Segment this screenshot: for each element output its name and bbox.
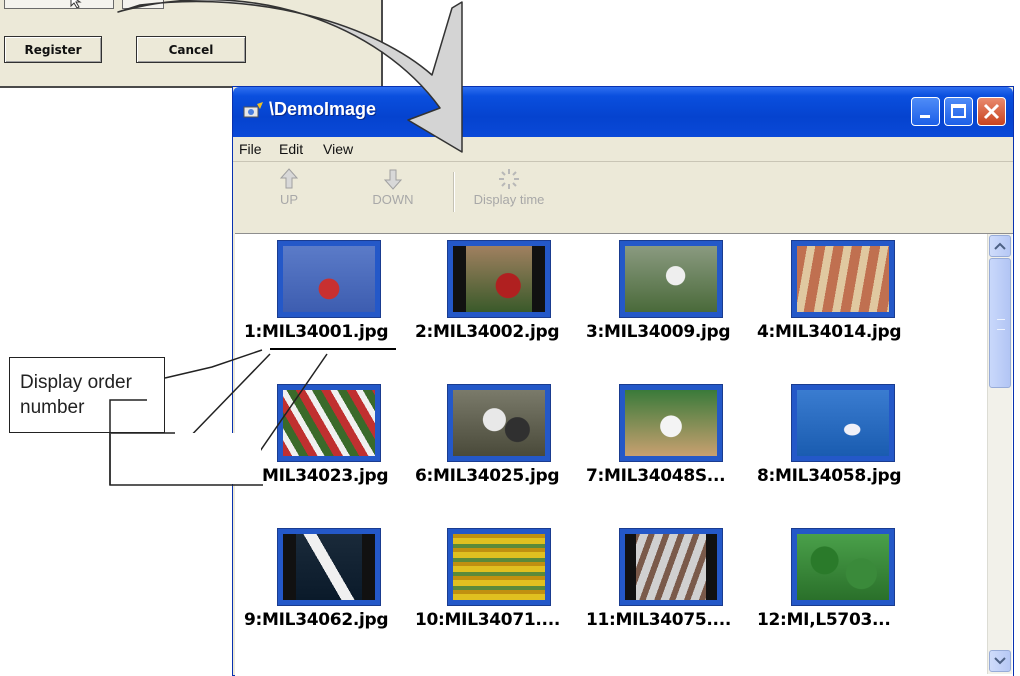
up-arrow-icon xyxy=(279,168,299,189)
thumbnail-caption-9: 9:MIL34062.jpg xyxy=(244,610,389,630)
vertical-scrollbar[interactable] xyxy=(987,234,1012,674)
display-time-button[interactable]: Display time xyxy=(459,168,559,207)
scroll-thumb[interactable] xyxy=(989,258,1011,388)
register-button[interactable]: Register xyxy=(4,36,102,63)
thumbnail-2[interactable] xyxy=(447,240,551,318)
menu-view[interactable]: View xyxy=(323,141,353,157)
thumbnail-caption-3: 3:MIL34009.jpg xyxy=(586,322,731,342)
down-arrow-icon xyxy=(383,169,403,190)
dialog-field-left[interactable] xyxy=(4,0,114,9)
thumbnail-7[interactable] xyxy=(619,384,723,462)
maximize-button[interactable] xyxy=(944,97,973,126)
chevron-up-icon xyxy=(994,242,1006,250)
timer-icon xyxy=(499,169,519,189)
thumbnail-6[interactable] xyxy=(447,384,551,462)
thumbnail-8[interactable] xyxy=(791,384,895,462)
display-time-label: Display time xyxy=(473,192,545,207)
toolbar-separator xyxy=(453,172,455,212)
app-icon xyxy=(243,102,263,118)
thumbnail-4[interactable] xyxy=(791,240,895,318)
thumbnail-pane: 1:MIL34001.jpg 2:MIL34002.jpg 3:MIL34009… xyxy=(235,233,1013,676)
annotation-callout: Display order number xyxy=(9,357,165,433)
thumbnail-caption-11: 11:MIL34075.... xyxy=(586,610,732,630)
image-viewer-window: \DemoImage File Edit View UP DOWN Displa… xyxy=(232,86,1014,676)
thumbnail-caption-6: 6:MIL34025.jpg xyxy=(415,466,560,486)
thumbnail-caption-2: 2:MIL34002.jpg xyxy=(415,322,560,342)
cursor-icon xyxy=(70,0,82,8)
maximize-icon xyxy=(951,104,966,118)
up-label: UP xyxy=(279,192,299,207)
thumbnail-3[interactable] xyxy=(619,240,723,318)
menu-bar: File Edit View xyxy=(233,137,1013,162)
annotation-line-2: number xyxy=(20,397,85,418)
thumbnail-caption-7: 7:MIL34048S... xyxy=(586,466,726,486)
menu-file[interactable]: File xyxy=(239,141,262,157)
down-label: DOWN xyxy=(372,192,414,207)
scroll-down-button[interactable] xyxy=(989,650,1011,672)
thumbnail-10[interactable] xyxy=(447,528,551,606)
register-dialog: Register Cancel xyxy=(0,0,383,88)
scroll-grip xyxy=(997,319,1005,330)
close-icon xyxy=(983,103,1000,120)
up-button[interactable]: UP xyxy=(269,168,309,207)
close-button[interactable] xyxy=(977,97,1006,126)
thumbnail-12[interactable] xyxy=(791,528,895,606)
annotation-text: Display order number xyxy=(20,370,132,420)
cancel-button[interactable]: Cancel xyxy=(136,36,246,63)
thumbnail-caption-4: 4:MIL34014.jpg xyxy=(757,322,902,342)
down-button[interactable]: DOWN xyxy=(363,168,423,207)
menu-edit[interactable]: Edit xyxy=(279,141,303,157)
thumbnail-1[interactable] xyxy=(277,240,381,318)
minimize-icon xyxy=(920,115,930,118)
scroll-up-button[interactable] xyxy=(989,235,1011,257)
thumbnail-11[interactable] xyxy=(619,528,723,606)
thumbnail-caption-8: 8:MIL34058.jpg xyxy=(757,466,902,486)
thumbnail-9[interactable] xyxy=(277,528,381,606)
window-title: \DemoImage xyxy=(269,99,377,119)
chevron-down-icon xyxy=(994,657,1006,665)
thumbnail-caption-10: 10:MIL34071.... xyxy=(415,610,561,630)
thumbnail-5[interactable] xyxy=(277,384,381,462)
toolbar: UP DOWN Display time xyxy=(233,162,1013,232)
thumbnail-caption-12: 12:MI,L5703... xyxy=(757,610,891,630)
annotation-line-1: Display order xyxy=(20,372,132,393)
thumbnail-caption-1: 1:MIL34001.jpg xyxy=(244,322,389,342)
minimize-button[interactable] xyxy=(911,97,940,126)
thumbnail-caption-5: 5:MIL34023.jpg xyxy=(244,466,389,486)
dialog-field-right[interactable] xyxy=(122,0,164,9)
title-bar[interactable]: \DemoImage xyxy=(233,87,1013,137)
